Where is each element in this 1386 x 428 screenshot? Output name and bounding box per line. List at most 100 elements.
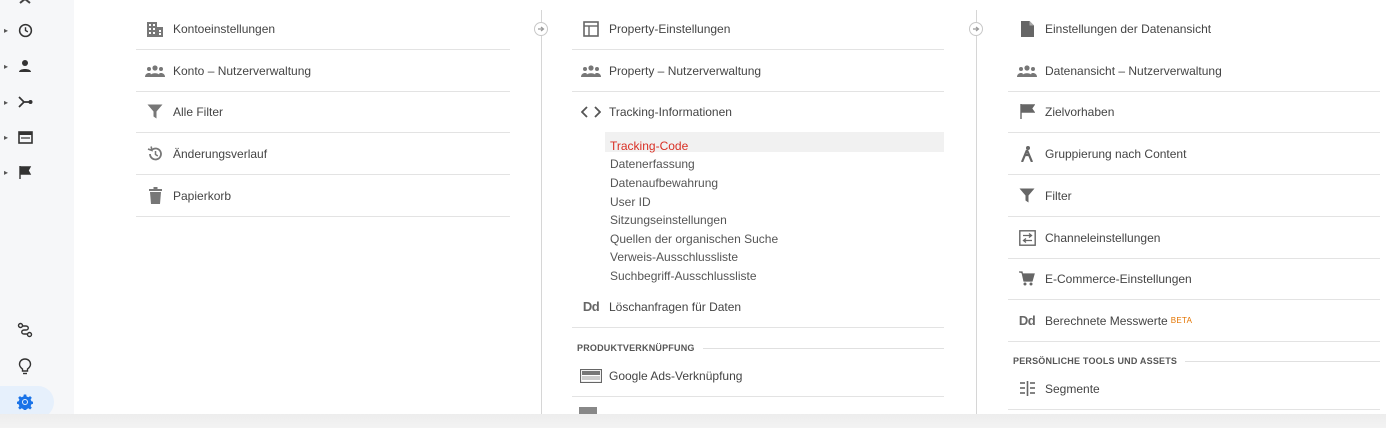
nav-item-conversions[interactable]: ▸: [0, 158, 74, 186]
personal-tools-header: PERSÖNLICHE TOOLS UND ASSETS: [1013, 356, 1380, 366]
caret-right-icon: ▸: [4, 25, 9, 35]
content-grouping-item[interactable]: Gruppierung nach Content: [1008, 133, 1380, 175]
caret-right-icon: ▸: [4, 132, 9, 142]
change-history-label: Änderungsverlauf: [173, 146, 268, 161]
people-icon: [1015, 59, 1039, 83]
lightbulb-icon[interactable]: [15, 356, 35, 376]
nav-item-behavior[interactable]: ▸: [0, 123, 74, 151]
trash-label: Papierkorb: [173, 188, 232, 203]
user-id-link[interactable]: User ID: [610, 193, 651, 212]
gear-icon[interactable]: [15, 392, 35, 412]
dd-icon-text: Dd: [582, 299, 600, 314]
filter-icon: [1015, 184, 1039, 208]
organic-search-sources-link[interactable]: Quellen der organischen Suche: [610, 230, 778, 249]
calculated-metrics-label: Berechnete Messwerte: [1045, 313, 1168, 328]
nav-item-audience[interactable]: ▸: [0, 52, 74, 80]
ecommerce-settings-item[interactable]: E-Commerce-Einstellungen: [1008, 258, 1380, 300]
session-settings-link[interactable]: Sitzungseinstellungen: [610, 211, 727, 230]
calculated-metrics-item[interactable]: Dd Berechnete Messwerte BETA: [1008, 300, 1380, 342]
view-filter-label: Filter: [1045, 188, 1072, 203]
filter-icon: [143, 100, 167, 124]
referral-exclusion-link[interactable]: Verweis-Ausschlussliste: [610, 248, 738, 267]
account-settings-label: Kontoeinstellungen: [173, 21, 276, 36]
personal-tools-header-text: PERSÖNLICHE TOOLS UND ASSETS: [1013, 356, 1178, 366]
nav-item-partial[interactable]: [0, 0, 74, 14]
trash-item[interactable]: Papierkorb: [136, 175, 510, 217]
channel-settings-item[interactable]: Channeleinstellungen: [1008, 217, 1380, 259]
product-linking-header: PRODUKTVERKNÜPFUNG: [577, 343, 944, 353]
tracking-info-item[interactable]: Tracking-Informationen: [572, 91, 944, 132]
content-grouping-label: Gruppierung nach Content: [1045, 146, 1187, 161]
view-user-management-label: Datenansicht – Nutzerverwaltung: [1045, 63, 1222, 78]
caret-right-icon: ▸: [4, 97, 9, 107]
column-divider: [976, 10, 977, 414]
property-user-management-item[interactable]: Property – Nutzerverwaltung: [572, 50, 944, 92]
expand-arrow-icon[interactable]: [969, 22, 983, 36]
account-settings-item[interactable]: Kontoeinstellungen: [136, 8, 510, 50]
people-icon: [579, 59, 603, 83]
view-settings-item[interactable]: Einstellungen der Datenansicht: [1008, 8, 1380, 49]
all-filters-label: Alle Filter: [173, 104, 224, 119]
cart-icon: [1015, 267, 1039, 291]
channel-settings-label: Channeleinstellungen: [1045, 230, 1161, 245]
property-settings-label: Property-Einstellungen: [609, 21, 731, 36]
partial-icon: [17, 0, 33, 8]
route-icon[interactable]: [15, 320, 35, 340]
property-settings-item[interactable]: Property-Einstellungen: [572, 8, 944, 50]
merge-icon: [17, 94, 33, 110]
view-filter-item[interactable]: Filter: [1008, 175, 1380, 217]
view-user-management-item[interactable]: Datenansicht – Nutzerverwaltung: [1008, 50, 1380, 92]
segments-icon: [1015, 377, 1039, 401]
trash-icon: [143, 184, 167, 208]
segments-item[interactable]: Segmente: [1008, 368, 1380, 410]
adsense-icon-partial: [579, 407, 597, 414]
clock-icon: [17, 22, 33, 38]
account-user-management-item[interactable]: Konto – Nutzerverwaltung: [136, 50, 510, 92]
caret-right-icon: ▸: [4, 167, 9, 177]
google-ads-linking-label: Google Ads-Verknüpfung: [609, 368, 743, 383]
dd-icon: Dd: [579, 295, 603, 319]
flag-icon: [1015, 100, 1039, 124]
all-filters-item[interactable]: Alle Filter: [136, 91, 510, 133]
segments-label: Segmente: [1045, 381, 1100, 396]
nav-item-realtime[interactable]: ▸: [0, 16, 74, 44]
tracking-info-label: Tracking-Informationen: [609, 104, 732, 119]
header-rule: [1185, 360, 1380, 362]
nav-item-acquisition[interactable]: ▸: [0, 88, 74, 116]
ecommerce-settings-label: E-Commerce-Einstellungen: [1045, 271, 1192, 286]
data-retention-link[interactable]: Datenaufbewahrung: [610, 174, 718, 193]
google-ads-linking-item[interactable]: Google Ads-Verknüpfung: [572, 355, 944, 397]
document-icon: [1015, 17, 1039, 41]
view-settings-label: Einstellungen der Datenansicht: [1045, 21, 1212, 36]
person-walk-icon: [1015, 142, 1039, 166]
goals-label: Zielvorhaben: [1045, 104, 1115, 119]
data-collection-link[interactable]: Datenerfassung: [610, 155, 695, 174]
product-linking-header-text: PRODUKTVERKNÜPFUNG: [577, 343, 695, 353]
search-term-exclusion-link[interactable]: Suchbegriff-Ausschlussliste: [610, 267, 757, 286]
people-icon: [143, 59, 167, 83]
layout-icon: [579, 17, 603, 41]
column-divider: [541, 10, 542, 414]
flag-icon: [17, 164, 33, 180]
person-icon: [17, 58, 33, 74]
data-deletion-item[interactable]: Dd Löschanfragen für Daten: [572, 286, 944, 328]
left-nav: ▸ ▸ ▸ ▸ ▸: [0, 0, 74, 428]
ads-icon: [579, 364, 603, 388]
card-icon: [17, 129, 33, 145]
header-rule: [702, 347, 944, 349]
account-user-management-label: Konto – Nutzerverwaltung: [173, 63, 312, 78]
property-user-management-label: Property – Nutzerverwaltung: [609, 63, 762, 78]
goals-item[interactable]: Zielvorhaben: [1008, 91, 1380, 133]
caret-right-icon: ▸: [4, 61, 9, 71]
code-icon: [579, 100, 603, 124]
history-icon: [143, 142, 167, 166]
tracking-code-link[interactable]: Tracking-Code: [610, 137, 688, 156]
building-icon: [143, 17, 167, 41]
dd-icon-text: Dd: [1018, 313, 1036, 328]
expand-arrow-icon[interactable]: [534, 22, 548, 36]
change-history-item[interactable]: Änderungsverlauf: [136, 133, 510, 175]
dd-icon: Dd: [1015, 309, 1039, 333]
channel-icon: [1015, 226, 1039, 250]
horizontal-scrollbar[interactable]: [0, 414, 1386, 428]
beta-badge: BETA: [1170, 316, 1193, 325]
